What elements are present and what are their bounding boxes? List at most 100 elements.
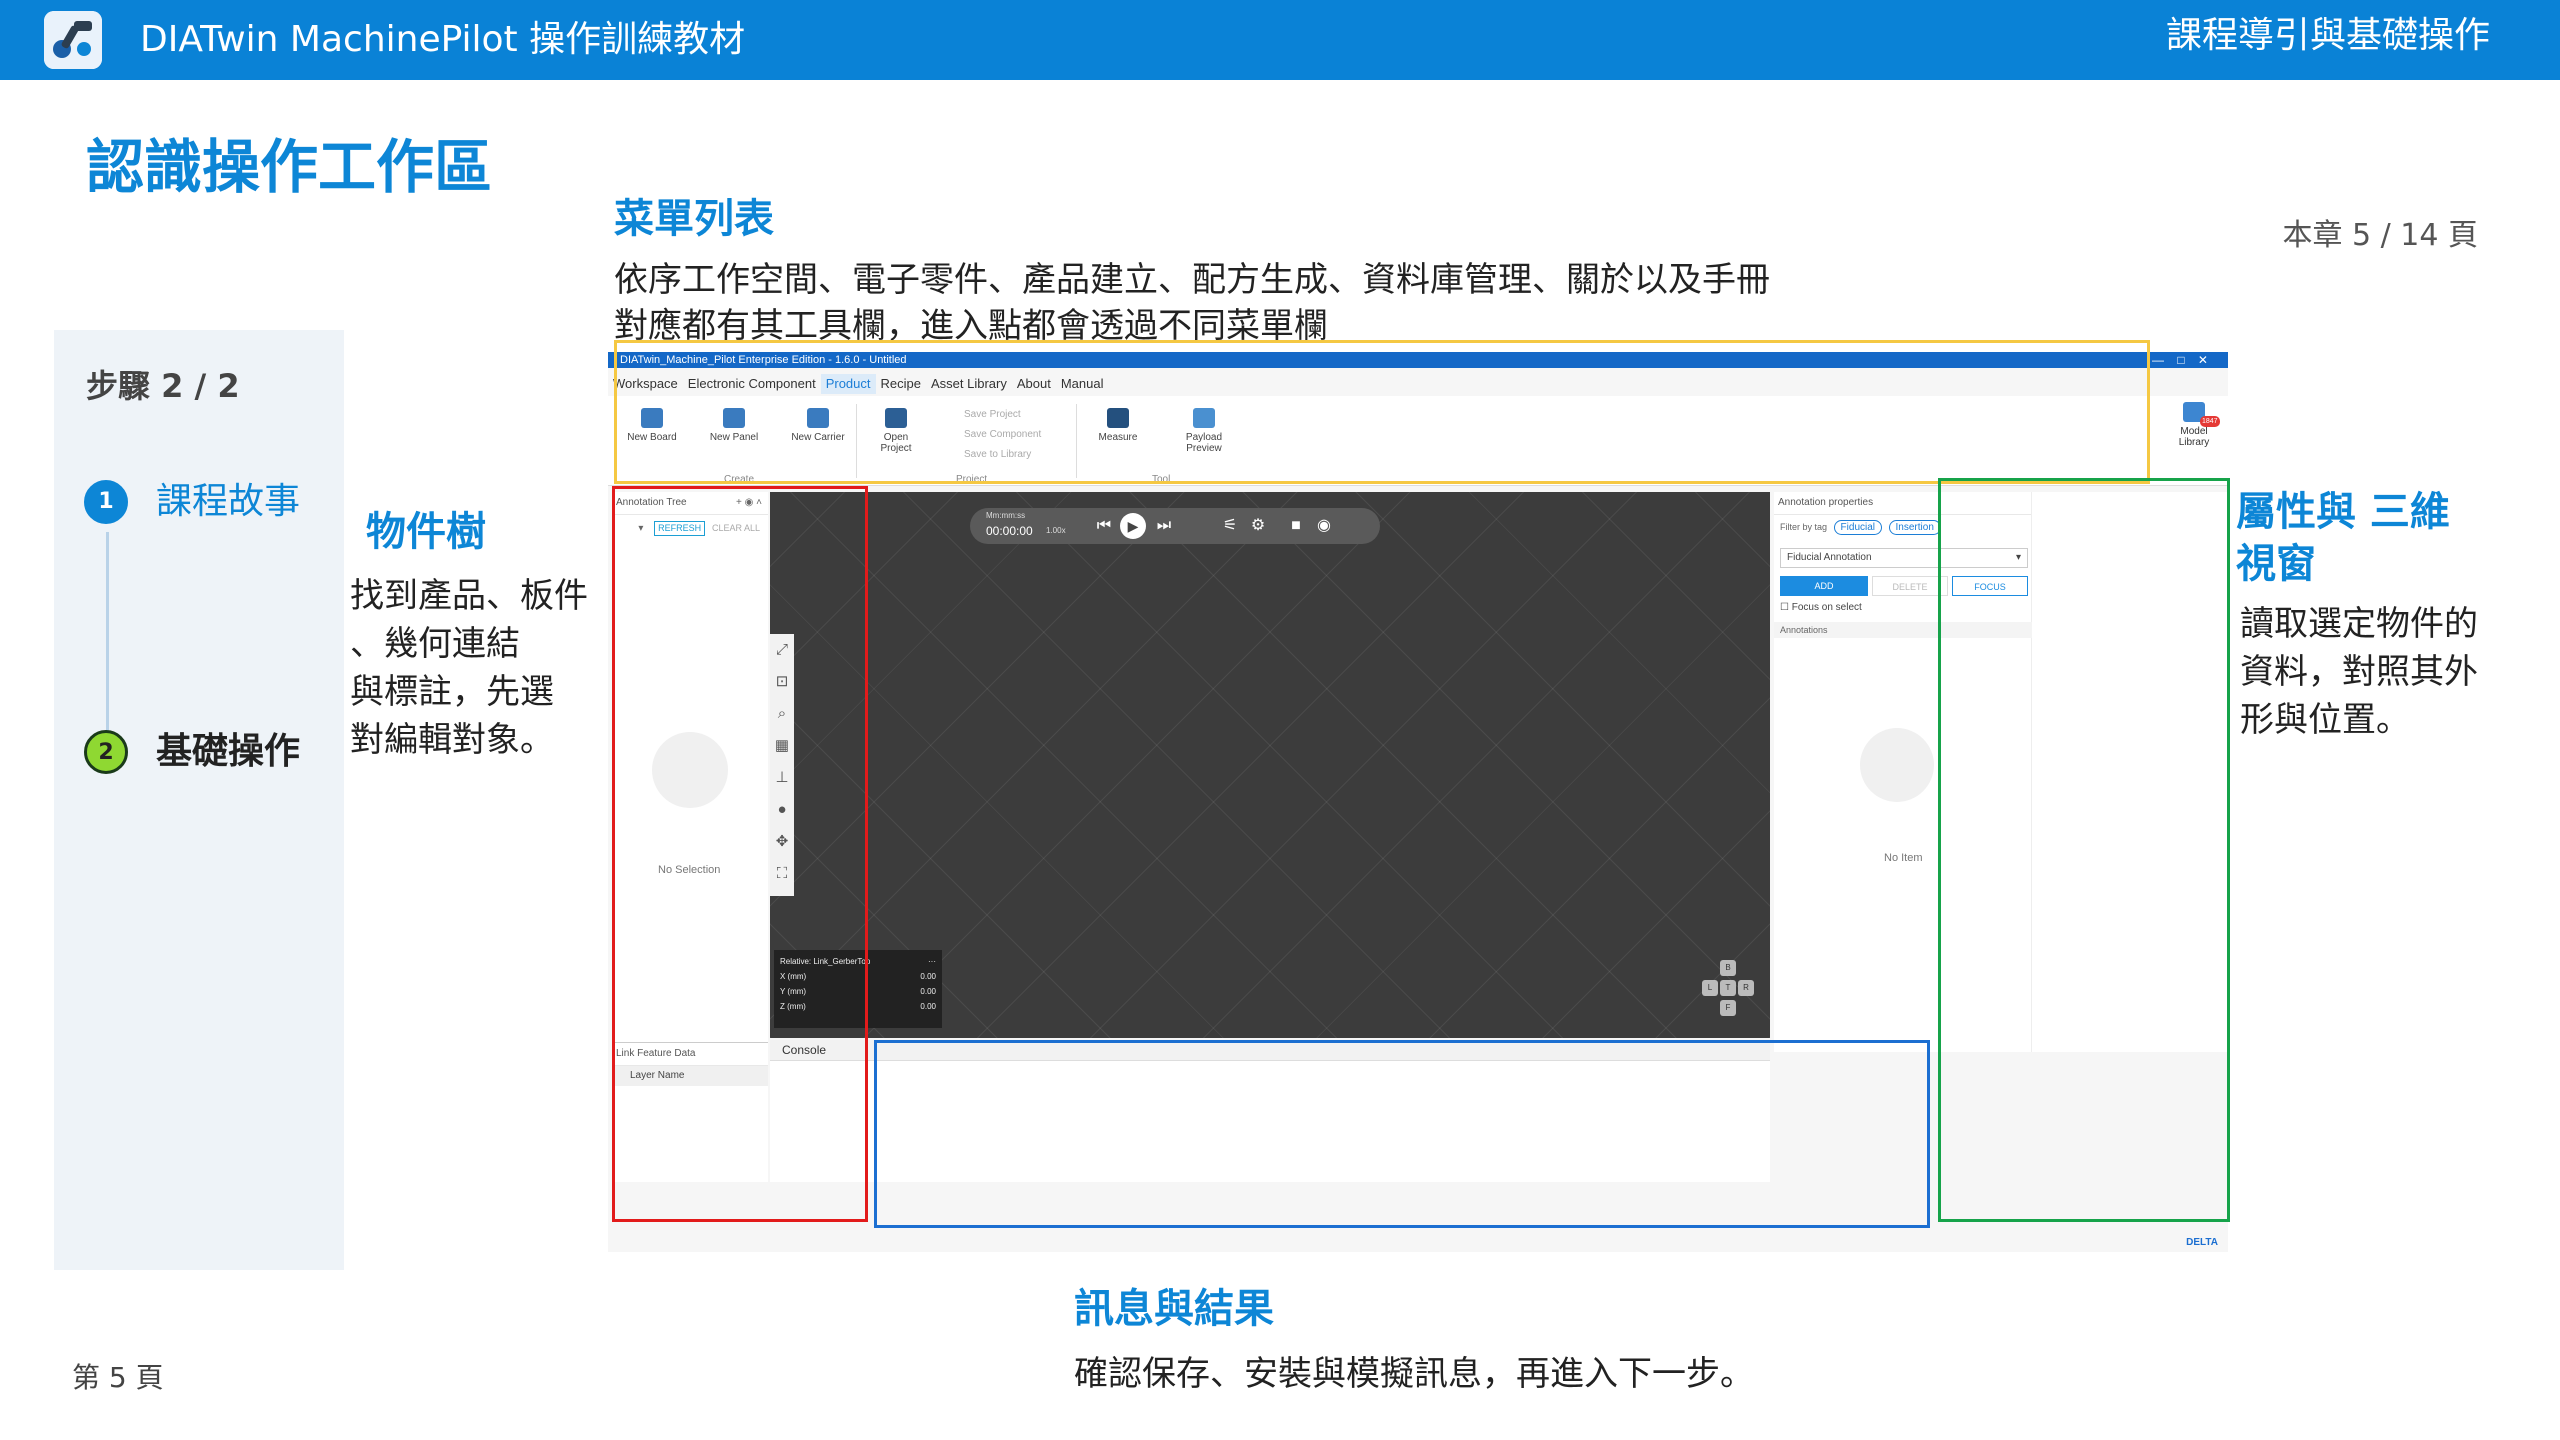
app-title: DIATwin MachinePilot 操作訓練教材 (140, 19, 746, 60)
new-panel-button[interactable]: New Panel (706, 408, 762, 443)
camera-icon[interactable]: ◉ (1314, 516, 1334, 536)
move-icon[interactable]: ✥ (770, 826, 794, 858)
focus-on-select-checkbox[interactable]: ☐ Focus on select (1780, 602, 1862, 613)
messages-callout-title: 訊息與結果 (1074, 1286, 1274, 1332)
menu-recipe[interactable]: Recipe (876, 374, 926, 394)
console-title: Console (770, 1040, 1770, 1061)
console-panel: Console (770, 1040, 1770, 1182)
time-format-label: Mm:mm:ss (986, 511, 1026, 520)
delete-button[interactable]: DELETE (1872, 576, 1948, 596)
zoom-icon[interactable]: ⌕ (770, 698, 794, 730)
grid-icon[interactable]: ▦ (770, 730, 794, 762)
empty-illustration (652, 732, 728, 808)
panel-actions-icon[interactable]: + ◉ ˄ (736, 492, 768, 514)
payload-preview-button[interactable]: Payload Preview (1176, 408, 1232, 454)
play-button[interactable]: ▶ (1120, 513, 1146, 539)
add-button[interactable]: ADD (1780, 576, 1868, 596)
clear-all-button[interactable]: CLEAR ALL (708, 521, 764, 536)
section-title: 課程導引與基礎操作 (2165, 15, 2490, 56)
annotation-type-select[interactable]: Fiducial Annotation ▾ (1780, 548, 2028, 568)
y-label: Y (mm) (780, 987, 807, 996)
x-label: X (mm) (780, 972, 807, 981)
filter-label: Filter by tag (1780, 522, 1828, 532)
footer-brand: DELTA (2186, 1237, 2218, 1248)
new-board-button[interactable]: New Board (624, 408, 680, 443)
ribbon-toolbar: New Board New Panel New Carrier Create O… (608, 396, 2228, 486)
focus-icon[interactable]: ⊡ (770, 666, 794, 698)
page-heading: 認識操作工作區 (86, 133, 493, 201)
save-project-button[interactable]: Save Project (964, 408, 1021, 422)
menu-manual[interactable]: Manual (1056, 374, 1109, 394)
step-forward-icon[interactable]: ⏭ (1154, 516, 1174, 536)
coord-title: Relative: Link_GerberTop (780, 957, 871, 966)
tree-callout-title: 物件樹 (366, 509, 486, 555)
menu-about[interactable]: About (1012, 374, 1056, 394)
new-carrier-button[interactable]: New Carrier (790, 408, 846, 443)
group-label-create: Create (724, 474, 755, 485)
tree-filter-dropdown[interactable]: ▾ (638, 523, 643, 534)
menu-workspace[interactable]: Workspace (608, 374, 683, 394)
step-2-circle[interactable]: 2 (84, 730, 128, 774)
focus-button[interactable]: FOCUS (1952, 576, 2028, 596)
annotations-header: Annotations (1774, 622, 2032, 638)
skip-back-icon[interactable]: ⏮ (1094, 516, 1114, 536)
robot-arm-icon[interactable]: ⚟ (1220, 516, 1240, 536)
y-value: 0.00 (920, 987, 936, 996)
step-1-circle[interactable]: 1 (84, 480, 128, 524)
ruler-icon (1107, 408, 1129, 428)
step-1-label[interactable]: 課程故事 (156, 480, 300, 524)
refresh-button[interactable]: REFRESH (654, 521, 706, 536)
view-right[interactable]: R (1738, 980, 1754, 996)
tag-fiducial[interactable]: Fiducial (1833, 520, 1883, 535)
open-project-button[interactable]: Open Project (868, 408, 924, 454)
playback-time: 00:00:00 (986, 524, 1033, 538)
fit-view-icon[interactable]: ⤢ (770, 634, 794, 666)
props-callout-line-2: 資料，對照其外 (2240, 652, 2478, 692)
group-label-tool: Tool (1152, 474, 1171, 485)
window-controls[interactable]: — □ ✕ (2152, 352, 2208, 368)
tree-callout-text: 找到產品、板件 、幾何連結 與標註，先選 對編輯對象。 (350, 572, 588, 764)
x-value: 0.00 (920, 972, 936, 981)
save-component-button[interactable]: Save Component (964, 428, 1041, 442)
view-back[interactable]: B (1720, 960, 1736, 976)
tree-callout-line-3: 與標註，先選 (350, 672, 554, 712)
view-top[interactable]: T (1720, 980, 1736, 996)
model-library-button[interactable]: 1847 Model Library (2164, 402, 2224, 448)
menu-callout-line-1: 依序工作空間、電子零件、產品建立、配方生成、資料庫管理、關於以及手冊 (614, 260, 1770, 300)
video-icon[interactable]: ■ (1286, 516, 1306, 536)
toolbar-separator (856, 404, 857, 478)
step-connector (106, 532, 109, 737)
menu-asset-library[interactable]: Asset Library (926, 374, 1012, 394)
measure-button[interactable]: Measure (1090, 408, 1146, 443)
cube-icon (641, 408, 663, 428)
chevron-down-icon: ▾ (2015, 552, 2021, 563)
messages-callout-text: 確認保存、安裝與模擬訊息，再進入下一步。 (1074, 1354, 1754, 1394)
folder-icon (885, 408, 907, 428)
view-tools: ⤢ ⊡ ⌕ ▦ ⊥ ● ✥ ⛶ (770, 634, 794, 896)
frame-icon[interactable]: ⛶ (770, 858, 794, 890)
save-to-library-button[interactable]: Save to Library (964, 448, 1031, 462)
tag-insertion[interactable]: Insertion (1888, 520, 1941, 535)
shading-icon[interactable]: ● (770, 794, 794, 826)
props-callout-title-line-2: 視窗 (2236, 541, 2316, 587)
z-label: Z (mm) (780, 1002, 806, 1011)
view-front[interactable]: F (1720, 1000, 1736, 1016)
view-left[interactable]: L (1702, 980, 1718, 996)
header-bar: DIATwin MachinePilot 操作訓練教材 課程導引與基礎操作 (0, 0, 2560, 80)
menu-electronic-component[interactable]: Electronic Component (683, 374, 821, 394)
tree-callout-line-4: 對編輯對象。 (350, 720, 554, 760)
props-callout-line-1: 讀取選定物件的 (2240, 604, 2478, 644)
gear-icon[interactable]: ⚙ (1248, 516, 1268, 536)
page-number: 第 5 頁 (72, 1361, 164, 1394)
annotation-tree-panel: Annotation Tree + ◉ ˄ ▾ REFRESH CLEAR AL… (612, 492, 768, 1060)
group-label-project: Project (956, 474, 988, 485)
axes-icon[interactable]: ⊥ (770, 762, 794, 794)
view-cube: B L T R F (1700, 960, 1756, 1032)
playback-speed[interactable]: 1.00x (1046, 526, 1066, 535)
props-callout-title: 屬性與 三維 視窗 (2236, 486, 2450, 590)
empty-illustration (1860, 728, 1934, 802)
chapter-page-count: 本章 5 / 14 頁 (2282, 218, 2478, 253)
step-2-label[interactable]: 基礎操作 (156, 730, 300, 774)
3d-viewport[interactable]: Mm:mm:ss 00:00:00 1.00x ⏮ ▶ ⏭ ⚟ ⚙ ■ ◉ ⤢ … (770, 492, 1770, 1038)
menu-product[interactable]: Product (820, 374, 876, 394)
